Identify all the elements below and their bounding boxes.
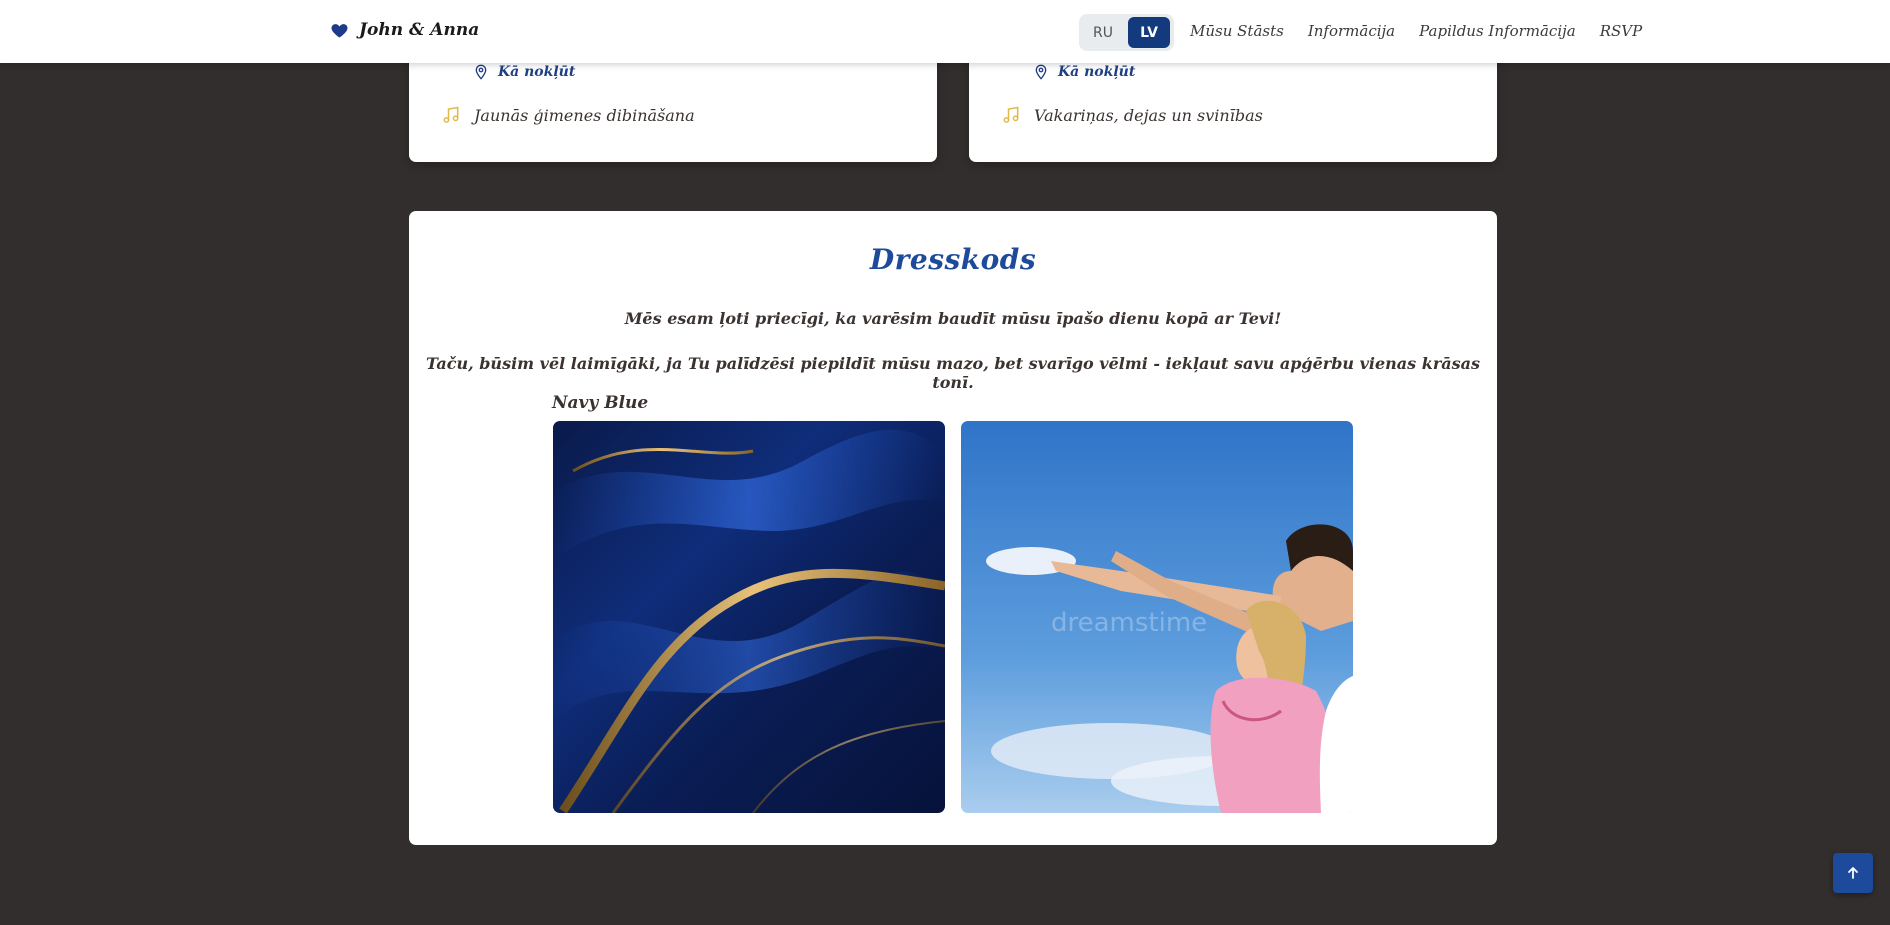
- color-name: Navy Blue: [552, 393, 649, 413]
- dress-code-request: Taču, būsim vēl laimīgāki, ja Tu palīdzē…: [425, 354, 1481, 392]
- nav-our-story[interactable]: Mūsu Stāsts: [1190, 22, 1284, 40]
- music-note-icon: [1003, 106, 1019, 123]
- event-row: Jaunās ģimenes dibināšana: [441, 105, 695, 125]
- arrow-up-icon: [1848, 867, 1858, 879]
- navy-fabric-image: [553, 421, 945, 813]
- brand[interactable]: John & Anna: [330, 20, 479, 40]
- section-title: Dresskods: [869, 243, 1037, 276]
- event-row: Vakariņas, dejas un svinības: [1001, 105, 1263, 125]
- map-pin-icon: [1035, 64, 1047, 80]
- main-nav: Mūsu Stāsts Informācija Papildus Informā…: [1190, 22, 1642, 40]
- dress-code-intro: Mēs esam ļoti priecīgi, ka varēsim baudī…: [624, 309, 1282, 328]
- location-link[interactable]: Kā nokļūt: [498, 64, 575, 80]
- couple-photo: dreamstime: [961, 421, 1353, 813]
- language-switcher: RU LV: [1079, 14, 1174, 51]
- location-link[interactable]: Kā nokļūt: [1058, 64, 1135, 80]
- top-navbar: John & Anna RU LV Mūsu Stāsts Informācij…: [0, 0, 1890, 63]
- event-description: Vakariņas, dejas un svinības: [1034, 105, 1263, 125]
- location-link-row[interactable]: Kā nokļūt: [1033, 63, 1135, 81]
- lang-ru-button[interactable]: RU: [1082, 17, 1124, 48]
- svg-text:dreamstime: dreamstime: [1051, 608, 1207, 638]
- event-description: Jaunās ģimenes dibināšana: [474, 105, 695, 125]
- heart-icon: [331, 23, 348, 38]
- nav-rsvp[interactable]: RSVP: [1600, 22, 1643, 40]
- nav-information[interactable]: Informācija: [1308, 22, 1395, 40]
- nav-extra-information[interactable]: Papildus Informācija: [1419, 22, 1576, 40]
- lang-lv-button[interactable]: LV: [1128, 17, 1170, 48]
- dress-code-section: Dresskods Mēs esam ļoti priecīgi, ka var…: [409, 211, 1497, 845]
- map-pin-icon: [475, 64, 487, 80]
- music-note-icon: [443, 106, 459, 123]
- location-link-row[interactable]: Kā nokļūt: [473, 63, 575, 81]
- scroll-to-top-button[interactable]: [1833, 853, 1873, 893]
- brand-name: John & Anna: [359, 20, 480, 40]
